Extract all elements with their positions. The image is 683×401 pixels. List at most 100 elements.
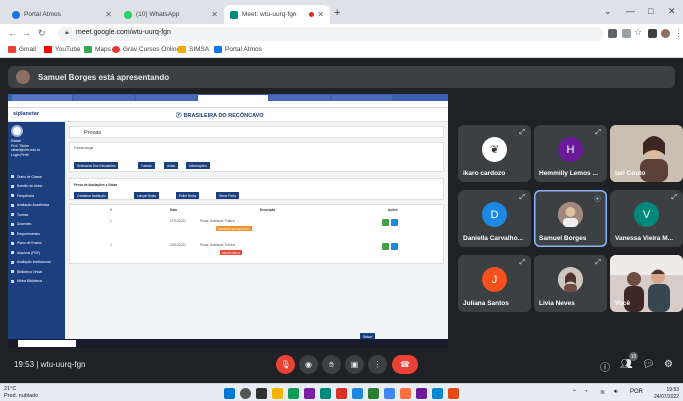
star-icon[interactable]: ☆	[634, 27, 642, 38]
chevron-down-icon[interactable]: ⌄	[604, 6, 612, 17]
shared-menu-item[interactable]: Minha Biblioteca	[11, 277, 51, 287]
tray-chevron-icon[interactable]: ⌃	[572, 389, 577, 396]
participant-name: tati Couto	[615, 170, 646, 177]
share-icon[interactable]	[622, 29, 631, 38]
tab-whatsapp[interactable]: (10) WhatsApp ✕	[118, 5, 224, 24]
file-explorer-icon[interactable]	[272, 388, 283, 399]
language-indicator[interactable]: POR	[630, 389, 643, 395]
bookmark-grav-cursos[interactable]: Grav Cursos Online...	[112, 46, 186, 53]
system-clock[interactable]: 19:53 24/07/2022	[654, 387, 679, 400]
exibir-notas-button[interactable]: Exibir Notas	[176, 192, 200, 199]
activities-icon[interactable]: ⚙	[664, 359, 673, 370]
shared-menu-item[interactable]: Boletim de Aluno	[11, 182, 51, 192]
app-icon[interactable]	[336, 388, 347, 399]
address-bar[interactable]: 🔒︎ meet.google.com/wtu-uurq-fgn	[58, 27, 603, 41]
leave-call-button[interactable]: ☎︎	[392, 355, 418, 374]
app-icon[interactable]	[432, 388, 443, 399]
shared-menu-item[interactable]: Avaliação Institucional	[11, 258, 51, 268]
pin-icon[interactable]: ⤢	[671, 194, 677, 202]
participant-tile-active-speaker[interactable]: ⦿ Samuel Borges	[534, 190, 607, 247]
shared-screen[interactable]: siplanetar Ⓨ BRASILEIRA DO RECÔNCAVO Rafa…	[8, 94, 448, 348]
app-icon[interactable]	[416, 388, 427, 399]
close-icon[interactable]: ✕	[105, 10, 112, 19]
shared-menu-item[interactable]: Diário de Classe	[11, 172, 51, 182]
more-options-button[interactable]: ⋮	[368, 355, 387, 374]
shared-menu-item[interactable]: Frequência	[11, 191, 51, 201]
new-tab-button[interactable]: +	[334, 7, 340, 19]
participant-tile[interactable]: ⤢ H Hemmilly Lemos ...	[534, 125, 607, 182]
bookmark-portal-atmos[interactable]: Portal Atmos	[214, 46, 262, 53]
weather-widget[interactable]: 21°C Pred. nublado	[4, 386, 38, 399]
close-icon[interactable]: ✕	[211, 10, 218, 19]
informacoes-button[interactable]: Informações	[186, 162, 210, 169]
app-icon[interactable]	[448, 388, 459, 399]
raise-hand-button[interactable]: ✋︎	[322, 355, 341, 374]
bookmark-simsa[interactable]: SIMSA	[178, 46, 209, 53]
tab-portal-atmos[interactable]: Portal Atmos ✕	[6, 5, 118, 24]
gerar-ficha-button[interactable]: Gerar Ficha	[216, 192, 239, 199]
url-text: meet.google.com/wtu-uurq-fgn	[76, 29, 171, 36]
store-icon[interactable]	[304, 388, 315, 399]
pin-icon[interactable]: ⤢	[595, 259, 601, 267]
back-arrow-icon[interactable]: ←	[8, 28, 17, 38]
extensions-icon[interactable]	[648, 29, 657, 38]
app-icon[interactable]	[352, 388, 363, 399]
participant-tile[interactable]: ⤢ ❦ ikaro cardozo	[458, 125, 531, 182]
lancar-notas-button[interactable]: Lançar Notas	[134, 192, 159, 199]
select-students-button[interactable]: Selecionar Dos Estudantes	[74, 162, 119, 169]
app-icon[interactable]	[320, 388, 331, 399]
minimize-button[interactable]: —	[626, 6, 635, 16]
close-window-button[interactable]: ✕	[668, 6, 676, 17]
participant-tile[interactable]: ⤢ V Vanessa Vieira M...	[610, 190, 683, 247]
app-icon[interactable]	[368, 388, 379, 399]
pin-icon[interactable]: ⤢	[519, 129, 525, 137]
close-icon[interactable]: ✕	[317, 10, 324, 19]
shared-menu-item[interactable]: Avaliação Acadêmica	[11, 201, 51, 211]
tab-meet[interactable]: Meet: wtu-uurq-fgn ✕	[224, 5, 330, 24]
shared-menu-item[interactable]: Arquivos (PDF)	[11, 248, 51, 258]
camera-button[interactable]: ◉	[299, 355, 318, 374]
pin-icon[interactable]: ⤢	[519, 194, 525, 202]
view-icon[interactable]	[391, 243, 398, 250]
shared-menu-item[interactable]: Biblioteca Virtual	[11, 267, 51, 277]
participant-tile[interactable]: ⤢ J Juliana Santos	[458, 255, 531, 312]
shared-menu-item[interactable]: Turmas	[11, 210, 51, 220]
camera-icon[interactable]	[608, 29, 617, 38]
reload-icon[interactable]: ↻	[38, 28, 46, 39]
shared-menu-item[interactable]: Plano de Ensino	[11, 239, 51, 249]
chat-icon[interactable]: 💬︎	[642, 359, 655, 370]
participant-tile[interactable]: tati Couto	[610, 125, 683, 182]
app-icon[interactable]	[400, 388, 411, 399]
profile-avatar[interactable]	[661, 29, 670, 38]
bookmark-gmail[interactable]: Gmail	[8, 46, 36, 53]
participant-tile[interactable]: ⤢ Livia Neves	[534, 255, 607, 312]
wifi-icon[interactable]: ≋	[600, 389, 605, 396]
bookmark-youtube[interactable]: YouTube	[44, 46, 81, 53]
aulas-button[interactable]: Aulas	[164, 162, 178, 169]
pin-icon[interactable]: ⤢	[519, 259, 525, 267]
participant-tile[interactable]: ⤢ D Daniella Carvalho...	[458, 190, 531, 247]
network-icon[interactable]: ◔	[584, 389, 588, 395]
view-icon[interactable]	[391, 219, 398, 226]
edge-icon[interactable]	[288, 388, 299, 399]
search-icon[interactable]	[240, 388, 251, 399]
shared-menu-item[interactable]: Requerimentos	[11, 229, 51, 239]
forward-arrow-icon[interactable]: →	[22, 28, 31, 38]
turmas-button[interactable]: Turmas	[138, 162, 155, 169]
present-button[interactable]: ▣	[345, 355, 364, 374]
shared-menu-item[interactable]: Docentes	[11, 220, 51, 230]
chrome-icon[interactable]	[384, 388, 395, 399]
menu-dots-icon[interactable]: ⋮	[674, 28, 683, 39]
volume-icon[interactable]: 🔊︎	[614, 389, 618, 396]
windows-start-icon[interactable]	[224, 388, 235, 399]
info-icon[interactable]: ⓘ	[600, 359, 610, 374]
mic-off-button[interactable]: 🎙︎	[276, 355, 295, 374]
participant-tile-self[interactable]: Você	[610, 255, 683, 312]
pin-icon[interactable]: ⤢	[595, 129, 601, 137]
cadastrar-avaliacao-button[interactable]: Cadastrar Avaliação	[74, 192, 109, 199]
maximize-button[interactable]: □	[648, 6, 653, 16]
edit-icon[interactable]	[382, 219, 389, 226]
task-view-icon[interactable]	[256, 388, 267, 399]
edit-icon[interactable]	[382, 243, 389, 250]
bookmark-maps[interactable]: Maps	[84, 46, 111, 53]
